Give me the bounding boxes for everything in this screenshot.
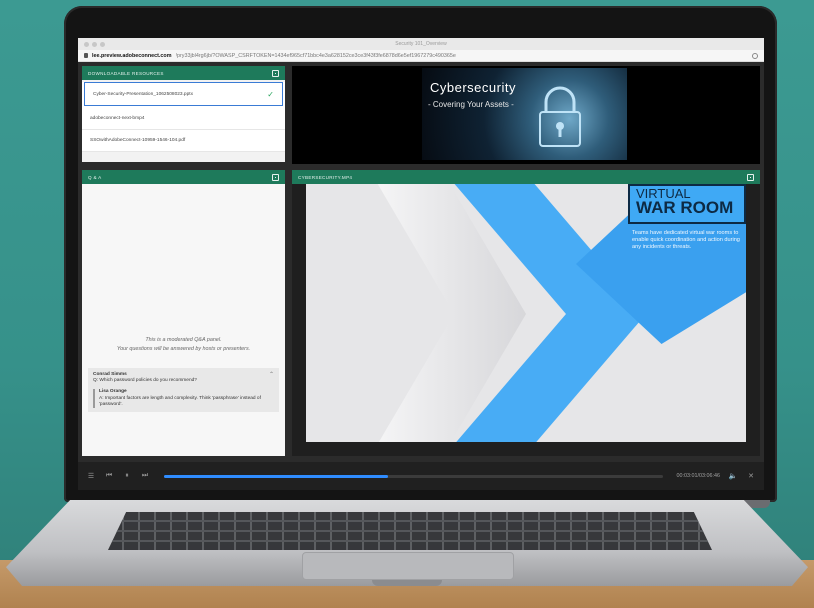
qa-body: This is a moderated Q&A panel. Your ques… — [82, 184, 285, 456]
answer-text: A: Important factors are length and comp… — [99, 396, 261, 407]
check-icon: ✓ — [267, 89, 274, 99]
resource-item[interactable]: SSOwithAdobeConnect-10959-1546-104.pdf — [82, 130, 285, 152]
browser-titlebar: Security 101_Overview — [78, 38, 764, 50]
url-bar[interactable]: lee.preview.adobeconnect.com /pry33jbl4r… — [78, 50, 764, 62]
banner-title: Cybersecurity — [430, 80, 516, 95]
media-controls: ☰ ⏮ ⏸ ⏭ 00:03:01/03:06:46 🔈 ✕ — [78, 462, 764, 490]
resources-list: Cyber-Security-Presentation_1062508023.p… — [82, 82, 285, 152]
fast-forward-icon[interactable]: ⏭ — [140, 472, 150, 480]
question-text: Q: Which password policies do you recomm… — [93, 378, 197, 383]
trackpad — [302, 552, 514, 580]
qa-pod-title: Q & A — [88, 174, 102, 180]
resource-item[interactable]: Cyber-Security-Presentation_1062508023.p… — [84, 82, 283, 106]
expand-icon[interactable] — [272, 173, 279, 181]
answer-block: Lisa Orange A: Important factors are len… — [93, 389, 274, 408]
qa-moderation-note: This is a moderated Q&A panel. Your ques… — [82, 336, 285, 354]
resource-item-label: adobeconnect-next-bmp4 — [90, 116, 145, 121]
video-pod-title: CYBERSECURITY.MP4 — [298, 174, 353, 180]
qa-note-line: Your questions will be answered by hosts… — [116, 346, 251, 352]
slide-description: Teams have dedicated virtual war rooms t… — [632, 230, 740, 250]
window-title: Security 101_Overview — [395, 41, 447, 47]
close-icon[interactable]: ✕ — [746, 472, 756, 480]
menu-icon[interactable]: ☰ — [86, 472, 96, 480]
progress-fill — [164, 474, 389, 478]
qa-pod: Q & A This is a moderated Q&A panel. You… — [82, 170, 285, 456]
question-author: Conrad Simms — [93, 372, 127, 377]
resources-pod-title: DOWNLOADABLE RESOURCES — [88, 70, 164, 76]
chevron-up-icon[interactable]: ⌃ — [269, 371, 274, 378]
laptop-notch — [372, 580, 442, 586]
slide-title-box: VIRTUAL WAR ROOM — [628, 184, 746, 224]
expand-icon[interactable] — [747, 173, 754, 181]
resources-pod: DOWNLOADABLE RESOURCES Cyber-Security-Pr… — [82, 66, 285, 162]
url-path[interactable]: /pry33jbl4rg6jb/?OWASP_CSRFTOKEN=1434ef9… — [176, 53, 749, 59]
adobe-connect-room: DOWNLOADABLE RESOURCES Cyber-Security-Pr… — [78, 62, 764, 490]
laptop-screen: Security 101_Overview lee.preview.adobec… — [78, 38, 764, 490]
lock-icon — [84, 53, 88, 58]
video-frame[interactable]: VIRTUAL WAR ROOM Teams have dedicated vi… — [306, 184, 746, 442]
pause-icon[interactable]: ⏸ — [122, 472, 132, 480]
qa-pod-header: Q & A — [82, 170, 285, 184]
qa-note-line: This is a moderated Q&A panel. — [145, 337, 222, 343]
slide-title-line: WAR ROOM — [636, 198, 734, 217]
volume-icon[interactable]: 🔈 — [728, 472, 738, 480]
padlock-icon — [539, 86, 581, 147]
resource-item-label: SSOwithAdobeConnect-10959-1546-104.pdf — [90, 138, 186, 143]
url-domain[interactable]: lee.preview.adobeconnect.com — [92, 53, 172, 59]
resources-pod-header: DOWNLOADABLE RESOURCES — [82, 66, 285, 80]
resource-item[interactable]: adobeconnect-next-bmp4 — [82, 108, 285, 130]
progress-bar[interactable] — [164, 474, 663, 478]
expand-icon[interactable] — [272, 69, 279, 77]
rewind-icon[interactable]: ⏮ — [104, 472, 114, 480]
banner-subtitle: - Covering Your Assets - — [428, 100, 514, 109]
banner-pod: Cybersecurity - Covering Your Assets - — [292, 66, 760, 164]
video-pod: CYBERSECURITY.MP4 VIRTUAL WAR ROOM Teams… — [292, 170, 760, 456]
answer-author: Lisa Orange — [99, 389, 127, 394]
resource-item-label: Cyber-Security-Presentation_1062508023.p… — [93, 91, 193, 97]
keyboard-rows — [108, 512, 712, 550]
search-icon[interactable] — [752, 52, 758, 59]
banner-image: Cybersecurity - Covering Your Assets - — [422, 68, 627, 160]
video-pod-header: CYBERSECURITY.MP4 — [292, 170, 760, 184]
time-display: 00:03:01/03:06:46 — [676, 473, 720, 479]
qa-thread[interactable]: ⌃ Conrad Simms Q: Which password policie… — [88, 368, 279, 412]
